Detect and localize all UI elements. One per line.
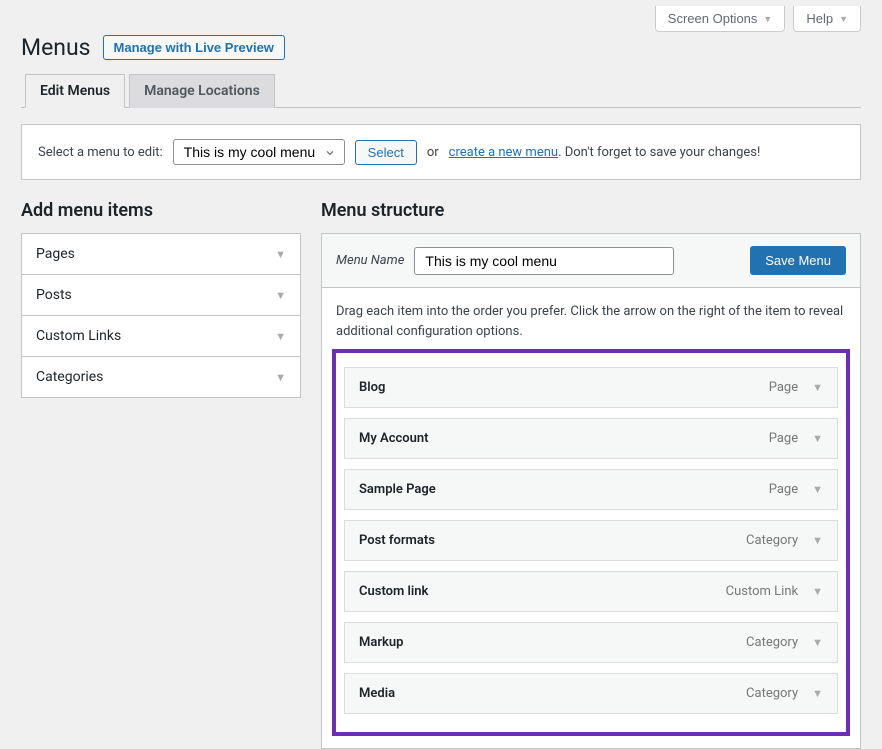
chevron-down-icon[interactable]: ▼ [812, 432, 823, 445]
chevron-down-icon: ▼ [275, 248, 286, 261]
chevron-down-icon[interactable]: ▼ [812, 585, 823, 598]
save-menu-button[interactable]: Save Menu [750, 246, 846, 275]
accordion-label: Custom Links [36, 328, 121, 344]
menu-name-label: Menu Name [336, 253, 404, 268]
screen-options-button[interactable]: Screen Options ▼ [655, 6, 786, 32]
select-menu-bar: Select a menu to edit: This is my cool m… [21, 124, 861, 180]
accordion-label: Categories [36, 369, 103, 385]
menu-item-title: Custom link [359, 584, 428, 599]
help-button[interactable]: Help ▼ [793, 6, 861, 32]
chevron-down-icon: ▼ [275, 371, 286, 384]
accordion-posts[interactable]: Posts ▼ [22, 275, 300, 316]
select-button[interactable]: Select [355, 140, 417, 165]
menu-structure-box: Menu Name Save Menu Drag each item into … [321, 233, 861, 749]
screen-options-label: Screen Options [668, 11, 758, 26]
menu-item-type: Page [769, 431, 798, 446]
drag-instructions: Drag each item into the order you prefer… [322, 288, 860, 349]
accordion-pages[interactable]: Pages ▼ [22, 234, 300, 275]
or-text: or [427, 145, 439, 160]
tab-edit-menus[interactable]: Edit Menus [25, 74, 125, 108]
menu-item-title: My Account [359, 431, 429, 446]
menu-item[interactable]: Blog Page ▼ [344, 367, 838, 408]
menu-item[interactable]: Media Category ▼ [344, 673, 838, 714]
tabs: Edit Menus Manage Locations [21, 73, 861, 108]
chevron-down-icon[interactable]: ▼ [812, 381, 823, 394]
menu-item-title: Post formats [359, 533, 435, 548]
chevron-down-icon: ▼ [275, 289, 286, 302]
chevron-down-icon[interactable]: ▼ [812, 636, 823, 649]
menu-item-type: Page [769, 482, 798, 497]
add-items-accordion: Pages ▼ Posts ▼ Custom Links ▼ Categorie… [21, 233, 301, 398]
menu-item[interactable]: My Account Page ▼ [344, 418, 838, 459]
menu-select[interactable]: This is my cool menu [173, 139, 345, 165]
tab-manage-locations[interactable]: Manage Locations [129, 74, 275, 108]
menu-structure-title: Menu structure [321, 200, 861, 221]
menu-item[interactable]: Sample Page Page ▼ [344, 469, 838, 510]
menu-item-title: Markup [359, 635, 403, 650]
menu-item-type: Page [769, 380, 798, 395]
live-preview-button[interactable]: Manage with Live Preview [103, 35, 285, 60]
menu-name-input[interactable] [414, 247, 674, 275]
menu-item-title: Media [359, 686, 395, 701]
menu-item-type: Custom Link [726, 584, 798, 599]
accordion-custom-links[interactable]: Custom Links ▼ [22, 316, 300, 357]
accordion-label: Pages [36, 246, 75, 262]
select-menu-label: Select a menu to edit: [38, 145, 163, 160]
accordion-label: Posts [36, 287, 72, 303]
menu-item-type: Category [746, 635, 798, 650]
chevron-down-icon: ▼ [839, 14, 848, 24]
menu-item[interactable]: Post formats Category ▼ [344, 520, 838, 561]
menu-item-type: Category [746, 533, 798, 548]
chevron-down-icon[interactable]: ▼ [812, 483, 823, 496]
reminder-text: . Don't forget to save your changes! [558, 145, 760, 160]
menu-item[interactable]: Custom link Custom Link ▼ [344, 571, 838, 612]
page-title: Menus [21, 34, 91, 61]
menu-items-highlight: Blog Page ▼ My Account Page ▼ Sample Pag… [332, 349, 850, 736]
menu-item-type: Category [746, 686, 798, 701]
add-menu-items-title: Add menu items [21, 200, 301, 221]
chevron-down-icon[interactable]: ▼ [812, 534, 823, 547]
help-label: Help [806, 11, 833, 26]
menu-item-title: Blog [359, 380, 385, 395]
create-new-menu-link[interactable]: create a new menu [449, 145, 558, 160]
chevron-down-icon[interactable]: ▼ [812, 687, 823, 700]
chevron-down-icon: ▼ [763, 14, 772, 24]
menu-item[interactable]: Markup Category ▼ [344, 622, 838, 663]
accordion-categories[interactable]: Categories ▼ [22, 357, 300, 397]
menu-item-title: Sample Page [359, 482, 436, 497]
chevron-down-icon: ▼ [275, 330, 286, 343]
